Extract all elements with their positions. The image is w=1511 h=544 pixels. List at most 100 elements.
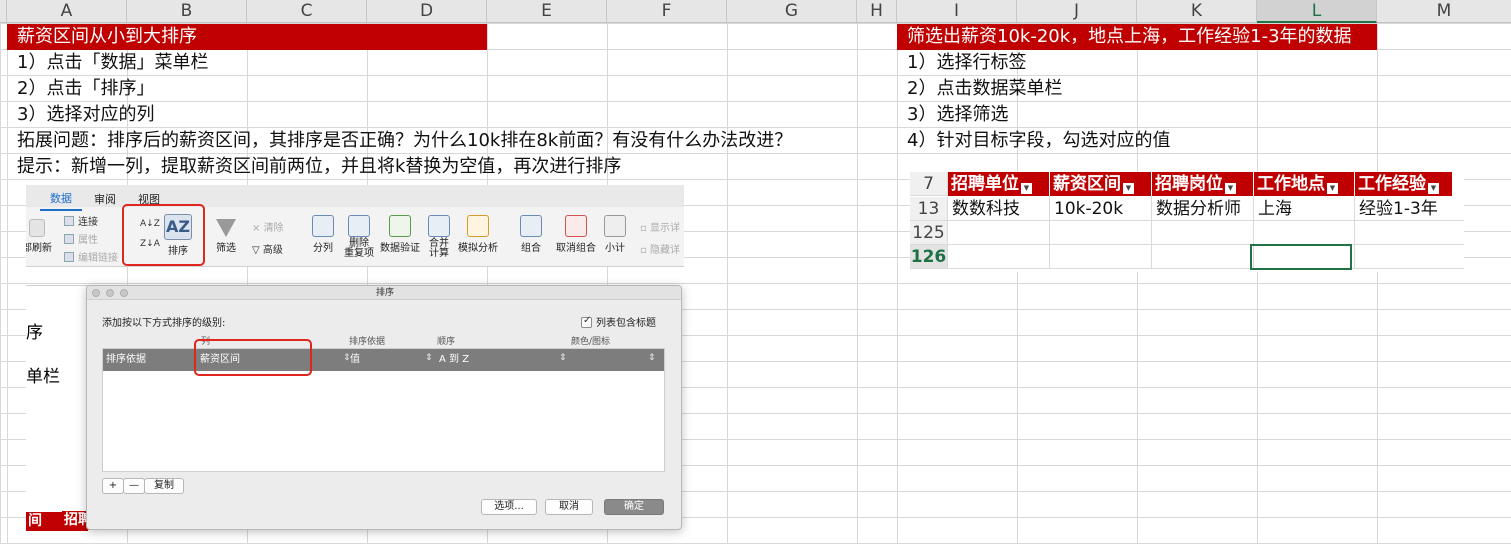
dialog-titlebar: 排序: [87, 286, 681, 300]
dialog-title: 排序: [375, 288, 394, 298]
header-position[interactable]: 招聘岗位 ▼: [1152, 172, 1253, 196]
minimize-window-icon[interactable]: [106, 289, 114, 297]
header-experience[interactable]: 工作经验 ▼: [1355, 172, 1452, 196]
copy-level-button[interactable]: 复制: [144, 478, 184, 494]
connections-item[interactable]: 连接: [64, 213, 98, 228]
column-header-i[interactable]: I: [897, 0, 1017, 23]
column-header-g[interactable]: G: [727, 0, 857, 23]
edit-links-icon: [64, 252, 74, 262]
header-salary[interactable]: 薪资区间 ▼: [1050, 172, 1151, 196]
left-step-1[interactable]: 1）点击「数据」菜单栏: [7, 50, 208, 76]
filter-active-icon[interactable]: ▼: [1327, 183, 1338, 194]
left-title-cell[interactable]: 薪资区间从小到大排序: [7, 24, 487, 50]
remove-level-button[interactable]: —: [123, 478, 145, 494]
filter-label: 筛选: [216, 243, 236, 254]
refresh-label: 部刷新: [26, 243, 52, 254]
options-button[interactable]: 选项...: [481, 499, 537, 515]
column-header-f[interactable]: F: [607, 0, 727, 23]
column-header-b[interactable]: B: [127, 0, 247, 23]
right-step-4[interactable]: 4）针对目标字段，勾选对应的值: [897, 128, 1170, 154]
filter-dropdown-icon[interactable]: ▼: [1225, 183, 1236, 194]
row-number-126[interactable]: 126: [910, 245, 948, 269]
column-header-l[interactable]: L: [1257, 0, 1377, 23]
subtotal-button[interactable]: 小计: [604, 215, 626, 254]
column-header-j[interactable]: J: [1017, 0, 1137, 23]
right-title-cell[interactable]: 筛选出薪资10k-20k，地点上海，工作经验1-3年的数据: [897, 24, 1377, 50]
row-number-7[interactable]: 7: [910, 172, 948, 196]
filter-table-screenshot: 7 招聘单位 ▼ 薪资区间 ▼ 招聘岗位 ▼ 工作地点 ▼ 工作经验 ▼ 13 数数科技 …: [910, 172, 1464, 272]
close-window-icon[interactable]: [92, 289, 100, 297]
column-header-d[interactable]: D: [367, 0, 487, 23]
ungroup-button[interactable]: 取消组合: [556, 215, 596, 254]
advanced-filter-item[interactable]: ▽ 高级: [252, 241, 283, 256]
cell-experience[interactable]: 经验1-3年: [1355, 197, 1452, 221]
col-header-order: 顺序: [437, 337, 456, 347]
has-header-checkbox[interactable]: 列表包含标题: [581, 314, 656, 329]
cancel-button[interactable]: 取消: [545, 499, 593, 515]
properties-item[interactable]: 属性: [64, 231, 98, 246]
fragment-text-3: 间: [28, 513, 42, 529]
column-header-e[interactable]: E: [487, 0, 607, 23]
ok-button[interactable]: 确定: [604, 499, 664, 515]
zoom-window-icon[interactable]: [120, 289, 128, 297]
subtotal-icon: [604, 215, 626, 237]
row-number-125[interactable]: 125: [910, 221, 948, 245]
column-header-m[interactable]: M: [1377, 0, 1511, 23]
group-button[interactable]: 组合: [520, 215, 542, 254]
filter-active-icon[interactable]: ▼: [1123, 183, 1134, 194]
filter-button[interactable]: 筛选: [216, 219, 236, 254]
select-all-corner[interactable]: [0, 0, 7, 23]
chevron-updown-icon: ⇕: [425, 353, 433, 363]
remove-duplicates-icon: [348, 215, 370, 237]
filter-active-icon[interactable]: ▼: [1428, 183, 1439, 194]
consolidate-button[interactable]: 合并 计算: [428, 215, 450, 259]
add-level-button[interactable]: +: [102, 478, 124, 494]
hide-detail-item[interactable]: ▫ 隐藏详: [640, 241, 680, 256]
checkmark-icon: [581, 315, 592, 328]
hint-text[interactable]: 提示：新增一列，提取薪资区间前两位，并且将k替换为空值，再次进行排序: [7, 154, 621, 180]
data-validation-icon: [389, 215, 411, 237]
tab-review[interactable]: 审阅: [94, 191, 116, 207]
tab-data[interactable]: 数据: [40, 190, 82, 211]
ungroup-icon: [565, 215, 587, 237]
fragment-text-2: 单栏: [26, 367, 60, 387]
chevron-updown-icon: ⇕: [559, 353, 567, 363]
column-header-k[interactable]: K: [1137, 0, 1257, 23]
sort-by-select[interactable]: 值: [350, 349, 360, 371]
left-step-2[interactable]: 2）点击「排序」: [7, 76, 154, 102]
cell-salary[interactable]: 10k-20k: [1050, 197, 1151, 221]
active-cell-selection[interactable]: [1250, 244, 1352, 270]
column-header-c[interactable]: C: [247, 0, 367, 23]
sort-level-table[interactable]: 排序依据 薪资区间 ⇕ 值 ⇕ A 到 Z ⇕ ⇕: [102, 348, 665, 472]
refresh-all-button[interactable]: 部刷新: [26, 219, 52, 254]
highlight-column-select: [194, 339, 312, 376]
column-header-bar: A B C D E F G H I J K L M: [0, 0, 1511, 23]
properties-icon: [64, 234, 74, 244]
text-to-columns-button[interactable]: 分列: [312, 215, 334, 254]
what-if-analysis-button[interactable]: 模拟分析: [458, 215, 498, 254]
cell-company[interactable]: 数数科技: [948, 197, 1049, 221]
sort-row-label: 排序依据: [106, 354, 146, 365]
data-validation-button[interactable]: 数据验证: [380, 215, 420, 254]
col-header-sort-by: 排序依据: [349, 337, 386, 347]
show-detail-item[interactable]: ▫ 显示详: [640, 219, 680, 234]
cell-position[interactable]: 数据分析师: [1152, 197, 1253, 221]
right-step-1[interactable]: 1）选择行标签: [897, 50, 1026, 76]
consolidate-icon: [428, 215, 450, 237]
header-location[interactable]: 工作地点 ▼: [1254, 172, 1354, 196]
header-company[interactable]: 招聘单位 ▼: [948, 172, 1049, 196]
clear-filter-item[interactable]: ⨯ 清除: [252, 219, 284, 234]
right-step-2[interactable]: 2）点击数据菜单栏: [897, 76, 1062, 102]
column-header-h[interactable]: H: [857, 0, 897, 23]
filter-dropdown-icon[interactable]: ▼: [1021, 183, 1032, 194]
extension-question[interactable]: 拓展问题：排序后的薪资区间，其排序是否正确？为什么10k排在8k前面？有没有什么…: [7, 128, 792, 154]
remove-duplicates-button[interactable]: 删除 重复项: [344, 215, 374, 259]
right-step-3[interactable]: 3）选择筛选: [897, 102, 1008, 128]
left-step-3[interactable]: 3）选择对应的列: [7, 102, 154, 128]
cell-location[interactable]: 上海: [1254, 197, 1354, 221]
sort-level-row[interactable]: 排序依据 薪资区间 ⇕ 值 ⇕ A 到 Z ⇕ ⇕: [103, 349, 664, 371]
row-number-13[interactable]: 13: [910, 197, 948, 221]
edit-links-item[interactable]: 编辑链接: [64, 249, 118, 264]
sort-order-select[interactable]: A 到 Z: [439, 349, 469, 371]
column-header-a[interactable]: A: [7, 0, 127, 23]
